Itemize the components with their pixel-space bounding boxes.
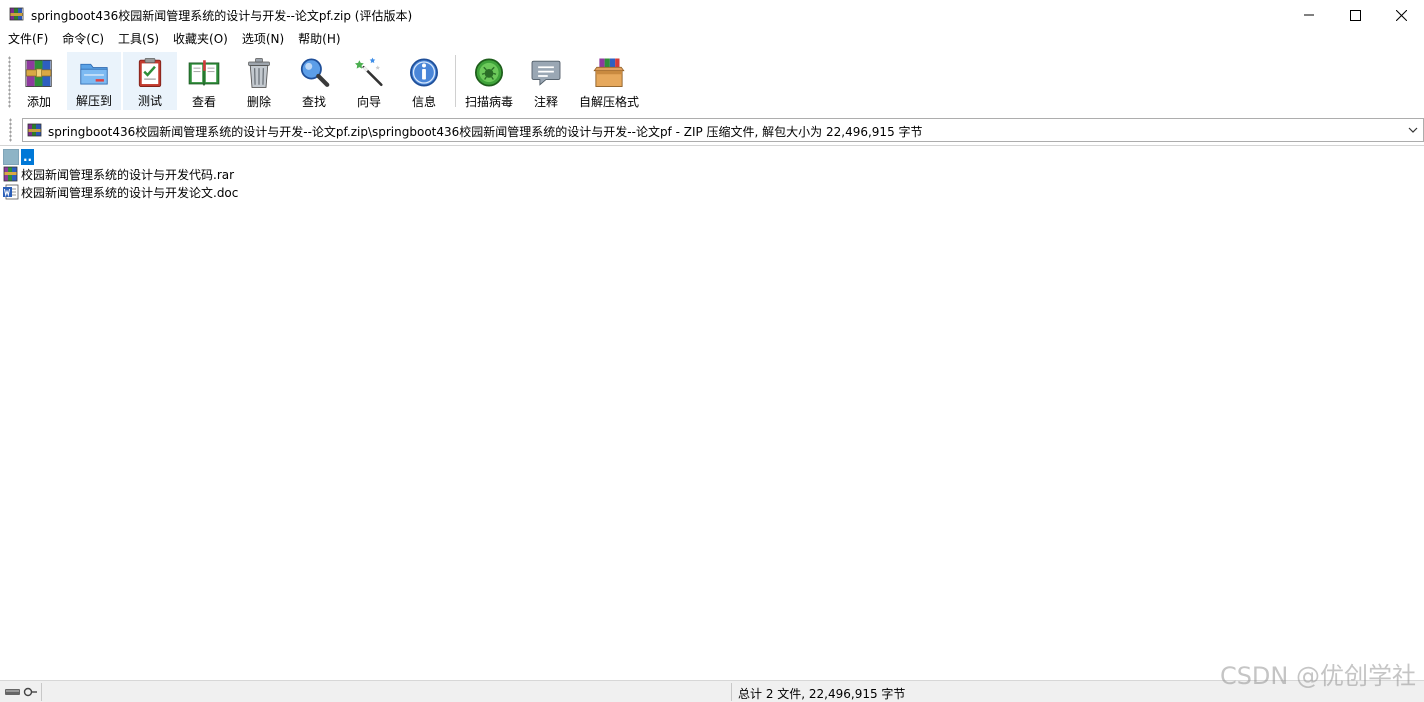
books-add-icon <box>25 59 52 87</box>
rar-file-icon <box>3 166 18 182</box>
menu-bar: 文件(F) 命令(C) 工具(S) 收藏夹(O) 选项(N) 帮助(H) <box>0 30 1424 49</box>
add-button[interactable]: 添加 <box>16 52 62 110</box>
status-selection <box>42 683 732 701</box>
winrar-app-icon <box>9 7 24 21</box>
address-path: springboot436校园新闻管理系统的设计与开发--论文pf.zip\sp… <box>48 125 923 139</box>
menu-tools[interactable]: 工具(S) <box>111 30 166 49</box>
drive-key-icon[interactable] <box>5 687 37 697</box>
test-button[interactable]: 测试 <box>123 52 177 110</box>
virus-scan-icon <box>475 58 503 87</box>
view-button[interactable]: 查看 <box>180 52 228 110</box>
delete-button[interactable]: 删除 <box>236 52 282 110</box>
sfx-box-icon <box>593 58 625 87</box>
open-book-icon <box>188 60 220 86</box>
wizard-label: 向导 <box>356 95 381 109</box>
toolbar-grip[interactable] <box>8 56 11 108</box>
close-button[interactable] <box>1378 0 1424 30</box>
virus-scan-button[interactable]: 扫描病毒 <box>462 52 516 110</box>
magic-wand-icon <box>355 57 383 87</box>
delete-label: 删除 <box>246 95 271 109</box>
menu-options[interactable]: 选项(N) <box>235 30 291 49</box>
maximize-icon <box>1349 9 1361 21</box>
status-summary: 总计 2 文件, 22,496,915 字节 <box>738 687 906 701</box>
list-item-name: 校园新闻管理系统的设计与开发论文.doc <box>21 185 239 200</box>
info-button[interactable]: 信息 <box>401 52 447 110</box>
info-label: 信息 <box>411 95 436 109</box>
extract-to-label: 解压到 <box>75 94 112 108</box>
sfx-label: 自解压格式 <box>578 95 639 109</box>
menu-favorites[interactable]: 收藏夹(O) <box>166 30 235 49</box>
menu-command[interactable]: 命令(C) <box>55 30 111 49</box>
minimize-icon <box>1304 14 1314 16</box>
divider <box>0 145 1424 146</box>
comment-icon <box>531 60 561 86</box>
add-label: 添加 <box>26 95 51 109</box>
extract-to-button[interactable]: 解压到 <box>67 52 121 110</box>
trash-icon <box>248 58 270 88</box>
toolbar: 添加 解压到 测试 查看 删除 查找 向导 信息 扫描病毒 注释 自解压格式 <box>0 50 1424 112</box>
menu-help[interactable]: 帮助(H) <box>291 30 347 49</box>
maximize-button[interactable] <box>1332 0 1378 30</box>
list-item-rar[interactable]: 校园新闻管理系统的设计与开发代码.rar <box>3 165 234 183</box>
find-label: 查找 <box>301 95 326 109</box>
sfx-button[interactable]: 自解压格式 <box>578 52 640 110</box>
chevron-down-icon[interactable] <box>1407 124 1419 136</box>
minimize-button[interactable] <box>1286 0 1332 30</box>
status-icons <box>0 683 42 701</box>
comment-button[interactable]: 注释 <box>522 52 570 110</box>
virus-scan-label: 扫描病毒 <box>464 95 513 109</box>
word-doc-icon <box>3 184 19 200</box>
comment-label: 注释 <box>533 95 558 109</box>
list-item-name: 校园新闻管理系统的设计与开发代码.rar <box>21 167 235 182</box>
list-item-doc[interactable]: 校园新闻管理系统的设计与开发论文.doc <box>3 183 238 201</box>
folder-up-icon <box>3 149 19 165</box>
list-item-name: .. <box>21 149 35 165</box>
clipboard-check-icon <box>138 58 162 87</box>
winrar-window: springboot436校园新闻管理系统的设计与开发--论文pf.zip (评… <box>0 0 1424 702</box>
file-list[interactable]: .. 校园新闻管理系统的设计与开发代码.rar 校园新闻管理系统的设计与开发论文… <box>0 147 1424 679</box>
archive-icon <box>27 123 42 137</box>
find-button[interactable]: 查找 <box>291 52 337 110</box>
address-grip[interactable] <box>9 118 12 142</box>
menu-file[interactable]: 文件(F) <box>0 30 55 49</box>
wizard-button[interactable]: 向导 <box>346 52 392 110</box>
list-item-parent[interactable]: .. <box>3 148 35 166</box>
title-bar: springboot436校园新闻管理系统的设计与开发--论文pf.zip (评… <box>0 0 1424 30</box>
magnifier-icon <box>300 58 330 87</box>
watermark: CSDN @优创学社 <box>1219 662 1416 690</box>
address-bar[interactable]: springboot436校园新闻管理系统的设计与开发--论文pf.zip\sp… <box>22 118 1424 142</box>
toolbar-separator <box>455 55 456 107</box>
close-icon <box>1395 9 1407 21</box>
view-label: 查看 <box>191 95 216 109</box>
folder-extract-icon <box>80 63 108 85</box>
test-label: 测试 <box>137 94 162 108</box>
status-bar: 总计 2 文件, 22,496,915 字节 <box>0 680 1424 702</box>
info-icon <box>410 58 438 87</box>
window-title: springboot436校园新闻管理系统的设计与开发--论文pf.zip (评… <box>31 9 413 23</box>
